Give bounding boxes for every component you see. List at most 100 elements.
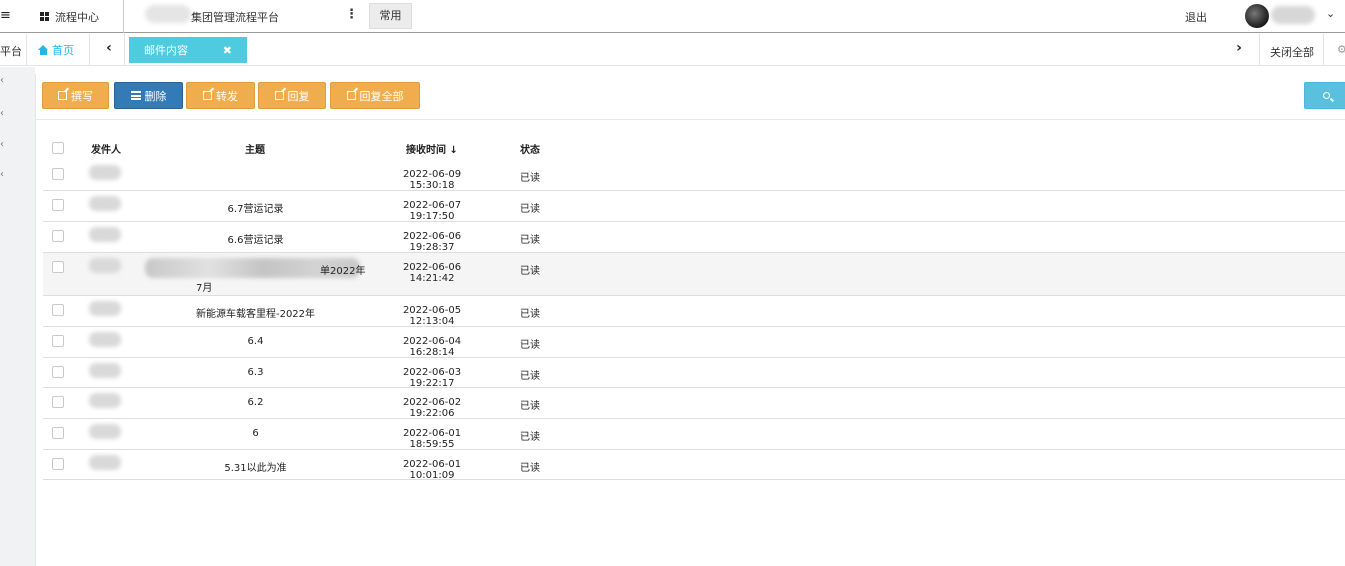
row-subject[interactable]: 新能源车载客里程-2022年 xyxy=(163,305,348,320)
reply-button[interactable]: 回复 xyxy=(258,82,326,109)
mail-panel: 撰写 删除 转发 回复 回复全部 发件人 主题 接收时间 ↓ 状态 2022-0… xyxy=(35,74,1345,566)
table-row[interactable]: 6.2 2022-06-02 19:22:06 已读 xyxy=(43,388,1345,419)
close-all-tabs-button[interactable]: 关闭全部 xyxy=(1270,44,1314,60)
chevron-down-icon[interactable]: ⌄ xyxy=(1326,7,1335,20)
blurred-username[interactable] xyxy=(1271,6,1315,24)
divider xyxy=(1259,34,1260,66)
row-checkbox[interactable] xyxy=(52,458,64,470)
more-options-icon[interactable]: ⋮ xyxy=(345,7,358,22)
table-row[interactable]: 6.7营运记录 2022-06-07 19:17:50 已读 xyxy=(43,191,1345,222)
chevron-left-icon[interactable]: ‹ xyxy=(0,75,4,86)
row-status: 已读 xyxy=(520,401,540,412)
chevron-left-icon[interactable]: ‹ xyxy=(0,139,4,150)
divider xyxy=(124,34,125,66)
row-subject[interactable]: 6.3 xyxy=(163,367,348,378)
row-status: 已读 xyxy=(520,266,540,277)
row-checkbox[interactable] xyxy=(52,304,64,316)
sender-blurred xyxy=(89,258,121,273)
row-time: 2022-06-05 12:13:04 xyxy=(402,305,462,327)
row-subject[interactable]: 6 xyxy=(163,428,348,439)
row-subject[interactable]: 6.6营运记录 xyxy=(163,231,348,246)
common-button[interactable]: 常用 xyxy=(369,3,412,29)
row-subject[interactable]: 单2022年 xyxy=(320,262,365,277)
search-button[interactable] xyxy=(1304,82,1345,109)
chevron-left-icon[interactable]: ‹ xyxy=(101,40,117,60)
compose-button[interactable]: 撰写 xyxy=(42,82,109,109)
sender-blurred xyxy=(89,227,121,242)
col-sender[interactable]: 发件人 xyxy=(91,141,121,156)
toolbar: 撰写 删除 转发 回复 回复全部 xyxy=(36,74,1345,120)
row-time: 2022-06-01 18:59:55 xyxy=(402,428,462,450)
row-checkbox[interactable] xyxy=(52,230,64,242)
tab-home-label: 首页 xyxy=(52,44,74,57)
sender-blurred xyxy=(89,424,121,439)
delete-button[interactable]: 删除 xyxy=(114,82,183,109)
row-status: 已读 xyxy=(520,204,540,215)
flow-center-label: 流程中心 xyxy=(55,10,99,24)
tab-mail-content[interactable]: 邮件内容 ✖ xyxy=(129,37,247,63)
sender-blurred xyxy=(89,393,121,408)
table-row[interactable]: 单2022年 7月 2022-06-06 14:21:42 已读 xyxy=(43,253,1345,296)
divider xyxy=(89,34,90,66)
table-row[interactable]: 新能源车载客里程-2022年 2022-06-05 12:13:04 已读 xyxy=(43,296,1345,327)
sender-blurred xyxy=(89,196,121,211)
table-row[interactable]: 6.3 2022-06-03 19:22:17 已读 xyxy=(43,358,1345,389)
col-status[interactable]: 状态 xyxy=(520,141,540,156)
tab-home[interactable]: 首页 xyxy=(38,34,74,66)
hamburger-menu-icon[interactable]: ≡ xyxy=(0,9,12,23)
row-checkbox[interactable] xyxy=(52,396,64,408)
row-subject[interactable]: 5.31以此为准 xyxy=(163,459,348,474)
sender-blurred xyxy=(89,363,121,378)
forward-button[interactable]: 转发 xyxy=(186,82,255,109)
row-checkbox[interactable] xyxy=(52,427,64,439)
row-time: 2022-06-04 16:28:14 xyxy=(402,336,462,358)
sender-blurred xyxy=(89,165,121,180)
row-subject[interactable]: 6.2 xyxy=(163,397,348,408)
share-icon xyxy=(274,91,284,100)
row-time: 2022-06-01 10:01:09 xyxy=(402,459,462,481)
search-icon xyxy=(1322,92,1330,99)
gear-icon[interactable]: ⚙ xyxy=(1337,43,1345,56)
tab-mail-content-label: 邮件内容 xyxy=(144,44,188,57)
row-time: 2022-06-02 19:22:06 xyxy=(402,397,462,419)
top-bar: ≡ 流程中心 集团管理流程平台 ⋮ 常用 退出 ⌄ xyxy=(0,0,1345,33)
chevron-left-icon[interactable]: ‹ xyxy=(0,169,4,180)
chevron-right-icon[interactable]: › xyxy=(1231,40,1247,60)
row-time: 2022-06-03 19:22:17 xyxy=(402,367,462,389)
avatar[interactable] xyxy=(1245,4,1269,28)
flow-center-menu[interactable]: 流程中心 xyxy=(40,0,99,33)
close-icon[interactable]: ✖ xyxy=(223,44,232,57)
row-checkbox[interactable] xyxy=(52,366,64,378)
share-icon xyxy=(203,91,212,100)
row-subject[interactable]: 6.7营运记录 xyxy=(163,200,348,215)
sender-blurred xyxy=(89,301,121,316)
forward-label: 转发 xyxy=(216,89,238,103)
row-status: 已读 xyxy=(520,371,540,382)
col-received-time[interactable]: 接收时间 ↓ xyxy=(406,141,458,156)
chevron-left-icon[interactable]: ‹ xyxy=(0,108,4,119)
row-status: 已读 xyxy=(520,432,540,443)
grid-icon xyxy=(40,12,49,21)
reply-all-button[interactable]: 回复全部 xyxy=(330,82,420,109)
col-subject[interactable]: 主题 xyxy=(245,141,265,156)
compose-label: 撰写 xyxy=(71,89,93,103)
logout-link[interactable]: 退出 xyxy=(1185,9,1207,25)
row-checkbox[interactable] xyxy=(52,261,64,273)
row-checkbox[interactable] xyxy=(52,199,64,211)
home-icon xyxy=(38,45,49,55)
row-time: 2022-06-09 15:30:18 xyxy=(402,169,462,191)
row-checkbox[interactable] xyxy=(52,168,64,180)
table-row[interactable]: 2022-06-09 15:30:18 已读 xyxy=(43,160,1345,191)
sender-blurred xyxy=(89,455,121,470)
tab-bar: 平台 首页 ‹ 邮件内容 ✖ › 关闭全部 ⚙ xyxy=(0,34,1345,66)
edit-icon xyxy=(58,91,67,100)
row-time: 2022-06-06 19:28:37 xyxy=(402,231,462,253)
row-status: 已读 xyxy=(520,340,540,351)
select-all-checkbox[interactable] xyxy=(52,142,64,154)
table-row[interactable]: 6 2022-06-01 18:59:55 已读 xyxy=(43,419,1345,450)
table-row[interactable]: 6.6营运记录 2022-06-06 19:28:37 已读 xyxy=(43,222,1345,253)
row-subject[interactable]: 6.4 xyxy=(163,336,348,347)
table-row[interactable]: 6.4 2022-06-04 16:28:14 已读 xyxy=(43,327,1345,358)
row-checkbox[interactable] xyxy=(52,335,64,347)
table-row[interactable]: 5.31以此为准 2022-06-01 10:01:09 已读 xyxy=(43,450,1345,481)
